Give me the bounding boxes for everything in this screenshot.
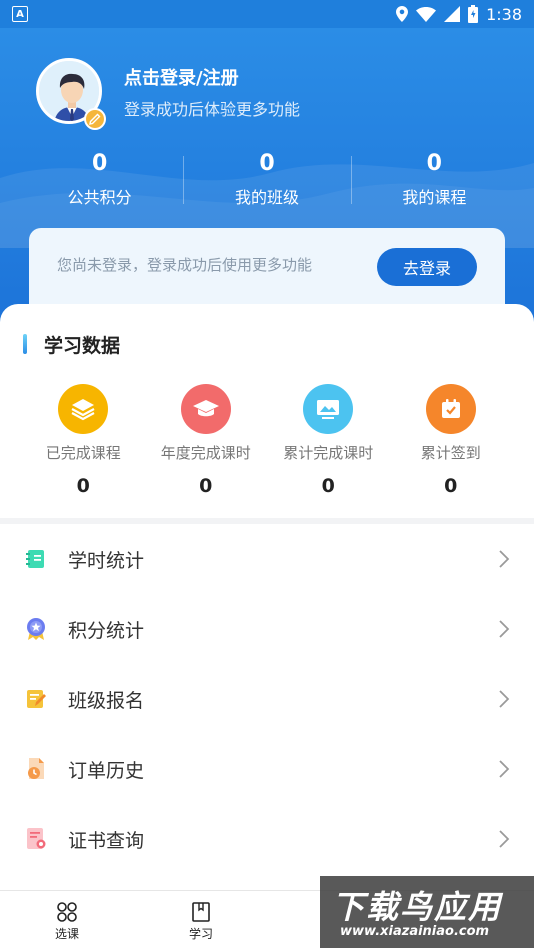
certificate-icon (24, 827, 48, 851)
data-item-check-ins[interactable]: 累计签到 0 (390, 384, 513, 497)
menu-item-certificate-query[interactable]: 证书查询 (0, 804, 534, 874)
data-item-annual-hours[interactable]: 年度完成课时 0 (145, 384, 268, 497)
data-item-total-hours[interactable]: 累计完成课时 0 (267, 384, 390, 497)
menu-item-order-history[interactable]: 订单历史 (0, 734, 534, 804)
stat-label: 我的班级 (234, 188, 299, 207)
chevron-right-icon (499, 830, 510, 848)
section-title: 学习数据 (44, 335, 121, 357)
learning-data-section: 学习数据 已完成课程 0 年度完成课时 0 累计完成课时 0 累计签到 0 (0, 304, 534, 520)
status-time: 1:38 (486, 4, 522, 24)
watermark-url: www.xiazainiao.com (340, 924, 490, 939)
status-bar: A 1:38 (0, 0, 534, 28)
layers-icon (58, 384, 109, 434)
data-value: 0 (199, 475, 213, 497)
section-marker (23, 334, 27, 354)
stat-label: 公共积分 (67, 188, 132, 207)
chevron-right-icon (499, 690, 510, 708)
stat-value: 0 (259, 151, 275, 176)
data-label: 累计签到 (420, 444, 481, 462)
edit-note-icon (24, 687, 48, 711)
notebook-icon (24, 547, 48, 571)
menu-label: 证书查询 (68, 829, 145, 852)
data-value: 0 (444, 475, 458, 497)
login-register-link[interactable]: 点击登录/注册 (124, 64, 239, 90)
menu-item-class-enrollment[interactable]: 班级报名 (0, 664, 534, 734)
stat-label: 我的课程 (402, 188, 467, 207)
chevron-right-icon (499, 620, 510, 638)
nav-tab-study[interactable]: 学习 (134, 891, 268, 950)
watermark: 下载鸟应用 www.xiazainiao.com (320, 876, 534, 948)
chevron-right-icon (499, 550, 510, 568)
chevron-right-icon (499, 760, 510, 778)
signal-icon (444, 6, 461, 22)
user-stats: 0 公共积分 0 我的班级 0 我的课程 (16, 150, 518, 210)
stat-value: 0 (426, 151, 442, 176)
menu-label: 班级报名 (68, 689, 145, 712)
login-prompt-text: 您尚未登录，登录成功后使用更多功能 (57, 256, 313, 274)
login-subtitle: 登录成功后体验更多功能 (124, 100, 301, 119)
watermark-title: 下载鸟应用 (332, 888, 503, 926)
book-icon (192, 902, 210, 922)
location-icon (396, 6, 409, 22)
calendar-check-icon (425, 384, 476, 434)
menu-item-points-statistics[interactable]: 积分统计 (0, 594, 534, 664)
stat-value: 0 (92, 151, 108, 176)
menu-list: 学时统计 积分统计 班级报名 订单历史 证书查询 (0, 524, 534, 874)
monitor-icon (303, 384, 354, 434)
app-notification-icon: A (12, 6, 28, 22)
order-history-icon (24, 757, 48, 781)
stat-public-points[interactable]: 0 公共积分 (16, 150, 183, 210)
stat-my-classes[interactable]: 0 我的班级 (183, 150, 350, 210)
wifi-icon (416, 6, 437, 22)
go-login-button[interactable]: 去登录 (377, 248, 477, 286)
battery-icon (468, 5, 479, 23)
data-value: 0 (76, 475, 90, 497)
stat-my-courses[interactable]: 0 我的课程 (350, 150, 518, 210)
menu-label: 学时统计 (68, 549, 145, 572)
graduation-cap-icon (180, 384, 231, 434)
data-label: 年度完成课时 (160, 444, 251, 462)
data-label: 已完成课程 (45, 444, 121, 462)
menu-label: 积分统计 (68, 619, 145, 642)
edit-profile-badge[interactable] (84, 108, 106, 130)
menu-label: 订单历史 (68, 759, 145, 782)
pencil-icon (89, 113, 101, 125)
nav-tab-courses[interactable]: 选课 (0, 891, 134, 950)
nav-label: 学习 (188, 927, 213, 941)
data-label: 累计完成课时 (283, 444, 374, 462)
grid-icon (57, 902, 77, 922)
data-item-completed-courses[interactable]: 已完成课程 0 (22, 384, 145, 497)
nav-label: 选课 (54, 927, 79, 941)
medal-icon (24, 617, 48, 641)
menu-item-hours-statistics[interactable]: 学时统计 (0, 524, 534, 594)
data-value: 0 (321, 475, 335, 497)
